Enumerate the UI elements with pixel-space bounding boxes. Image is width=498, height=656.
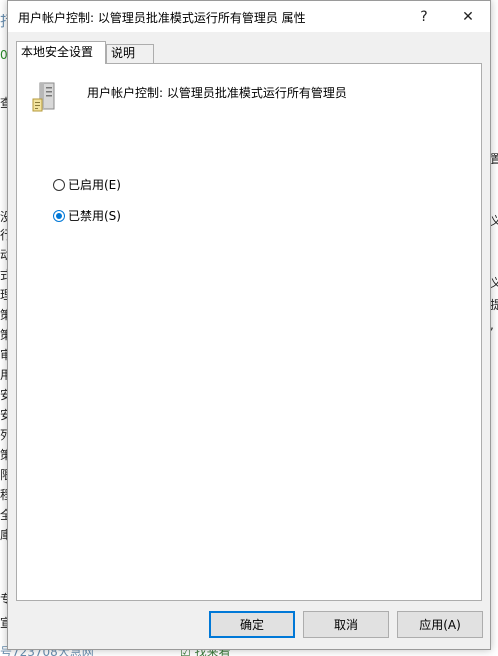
bg-fragment: 置 — [490, 152, 498, 166]
cancel-button[interactable]: 取消 — [303, 611, 389, 638]
tab-explain[interactable]: 说明 — [106, 44, 154, 63]
bg-fragment: 义 — [490, 214, 498, 228]
policy-name: 用户帐户控制: 以管理员批准模式运行所有管理员 — [87, 86, 347, 100]
disabled-radio[interactable] — [53, 209, 65, 222]
enabled-option[interactable]: 已启用(E) — [53, 176, 121, 193]
enabled-label[interactable]: 已启用(E) — [68, 176, 121, 193]
help-icon: ? — [420, 8, 428, 25]
local-security-setting-panel: 用户帐户控制: 以管理员批准模式运行所有管理员 已启用(E) 已禁用(S) — [16, 63, 482, 601]
disabled-option[interactable]: 已禁用(S) — [53, 207, 121, 224]
bg-fragment: , — [490, 318, 494, 332]
enabled-radio[interactable] — [53, 178, 65, 191]
ok-button[interactable]: 确定 — [209, 611, 295, 638]
help-button[interactable]: ? — [402, 1, 446, 32]
bg-fragment: 义 — [490, 276, 498, 290]
title-bar[interactable]: 用户帐户控制: 以管理员批准模式运行所有管理员 属性 ? ✕ — [8, 1, 490, 32]
radio-selected-dot — [56, 212, 62, 219]
close-icon: ✕ — [462, 8, 474, 25]
server-icon — [32, 82, 55, 112]
disabled-label[interactable]: 已禁用(S) — [68, 207, 121, 224]
tab-local-security-setting[interactable]: 本地安全设置 — [16, 41, 106, 64]
properties-dialog: 用户帐户控制: 以管理员批准模式运行所有管理员 属性 ? ✕ 本地安全设置 说明… — [7, 0, 491, 650]
apply-button[interactable]: 应用(A) — [397, 611, 483, 638]
background-window-right: 置 义 义 提 , — [490, 0, 498, 656]
close-button[interactable]: ✕ — [446, 1, 490, 32]
bg-fragment: 提 — [490, 298, 498, 312]
dialog-title: 用户帐户控制: 以管理员批准模式运行所有管理员 属性 — [18, 11, 306, 25]
